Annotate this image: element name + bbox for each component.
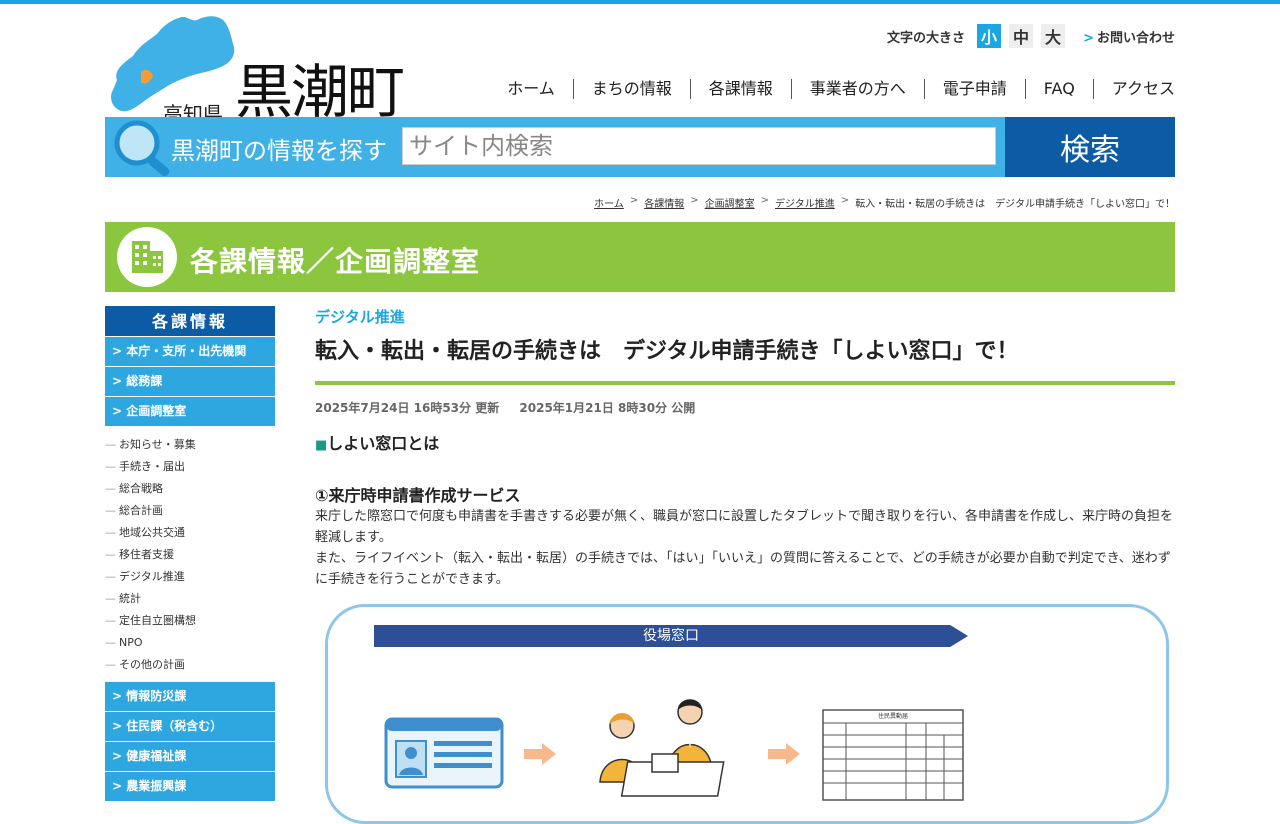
site-logo[interactable]: 高知県 黒潮町 bbox=[105, 10, 415, 126]
contact-label: お問い合わせ bbox=[1096, 31, 1175, 46]
font-size-label: 文字の大きさ bbox=[886, 30, 965, 46]
sidebar-item-planning[interactable]: > 企画調整室 bbox=[105, 397, 275, 426]
section-banner: 各課情報／企画調整室 bbox=[105, 222, 1175, 292]
form-title: 住民異動届 bbox=[878, 712, 908, 720]
sidebar-sub-item[interactable]: — 総合戦略 bbox=[105, 478, 275, 500]
sidebar-item-label: 農業振興課 bbox=[126, 779, 187, 793]
breadcrumb: ホーム > 各課情報 > 企画調整室 > デジタル推進 > 転入・転出・転居の手… bbox=[594, 195, 1175, 210]
breadcrumb-home[interactable]: ホーム bbox=[594, 195, 624, 210]
updated-date: 2025年7月24日 16時53分 更新 bbox=[315, 401, 500, 415]
breadcrumb-separator: > bbox=[840, 195, 850, 206]
global-nav: ホーム まちの情報 各課情報 事業者の方へ 電子申請 FAQ アクセス bbox=[489, 79, 1175, 99]
sidebar-item-health[interactable]: > 健康福祉課 bbox=[105, 742, 275, 771]
published-date: 2025年1月21日 8時30分 公開 bbox=[519, 401, 696, 415]
paragraph: また、ライフイベント（転入・転出・転居）の手続きでは、「はい」「いいえ」の質問に… bbox=[315, 551, 1171, 587]
sidebar-item-label: 総務課 bbox=[126, 374, 163, 388]
breadcrumb-planning[interactable]: 企画調整室 bbox=[705, 195, 755, 210]
font-size-medium-button[interactable]: 中 bbox=[1009, 24, 1033, 48]
arrow-right-icon bbox=[768, 743, 800, 765]
service-illustration: 役場窓口 住民異動届 bbox=[325, 604, 1169, 824]
section-heading: ■しよい窓口とは bbox=[315, 434, 440, 453]
search-button[interactable]: 検索 bbox=[1005, 117, 1175, 177]
paragraph: 来庁した際窓口で何度も申請書を手書きする必要が無く、職員が窓口に設置したタブレッ… bbox=[315, 509, 1174, 545]
arrow-right-icon bbox=[524, 743, 556, 765]
breadcrumb-current: 転入・転出・転居の手続きは デジタル申請手続き「しよい窓口」で！ bbox=[855, 199, 1175, 210]
nav-business[interactable]: 事業者の方へ bbox=[790, 79, 924, 99]
search-bar: 黒潮町の情報を探す 検索 bbox=[105, 117, 1175, 177]
sidebar-heading: 各課情報 bbox=[105, 306, 275, 336]
article-dates: 2025年7月24日 16時53分 更新 2025年1月21日 8時30分 公開 bbox=[315, 399, 1175, 416]
sidebar-sub-item[interactable]: — NPO bbox=[105, 632, 275, 654]
sidebar-item-label: 健康福祉課 bbox=[126, 749, 187, 763]
breadcrumb-separator: > bbox=[760, 195, 769, 206]
main-content: デジタル推進 転入・転出・転居の手続きは デジタル申請手続き「しよい窓口」で！ … bbox=[315, 306, 1175, 824]
sidebar-item-general-affairs[interactable]: > 総務課 bbox=[105, 367, 275, 396]
logo-town-name: 黒潮町 bbox=[235, 58, 405, 126]
sidebar-sub-item[interactable]: — 地域公共交通 bbox=[105, 522, 275, 544]
sidebar-sub-item[interactable]: — 統計 bbox=[105, 588, 275, 610]
sidebar-sub-item[interactable]: — デジタル推進 bbox=[105, 566, 275, 588]
sidebar-sub-item[interactable]: — その他の計画 bbox=[105, 654, 275, 676]
breadcrumb-separator: > bbox=[690, 195, 699, 206]
sidebar-item-label: 住民課（税含む） bbox=[126, 719, 223, 733]
search-label: 黒潮町の情報を探す bbox=[171, 137, 387, 165]
font-size-small-button[interactable]: 小 bbox=[977, 24, 1001, 48]
sidebar-sub-item[interactable]: — 総合計画 bbox=[105, 500, 275, 522]
chevron-right-icon: > bbox=[1083, 31, 1094, 46]
contact-link[interactable]: > お問い合わせ bbox=[1083, 27, 1175, 46]
breadcrumb-departments[interactable]: 各課情報 bbox=[644, 195, 684, 210]
sidebar-item-offices[interactable]: > 本庁・支所・出先機関 bbox=[105, 337, 275, 366]
magnifier-icon bbox=[114, 120, 170, 177]
nav-departments[interactable]: 各課情報 bbox=[689, 79, 791, 99]
nav-home[interactable]: ホーム bbox=[489, 79, 573, 99]
nav-access[interactable]: アクセス bbox=[1092, 79, 1175, 99]
section-title: 各課情報／企画調整室 bbox=[190, 245, 481, 278]
breadcrumb-digital[interactable]: デジタル推進 bbox=[775, 195, 835, 210]
sidebar-sub-item[interactable]: — 手続き・届出 bbox=[105, 456, 275, 478]
sidebar-sub-item[interactable]: — お知らせ・募集 bbox=[105, 434, 275, 456]
sidebar-sub-item[interactable]: — 定住自立圏構想 bbox=[105, 610, 275, 632]
id-card-icon bbox=[384, 717, 504, 789]
nav-e-application[interactable]: 電子申請 bbox=[923, 79, 1025, 99]
nav-town-info[interactable]: まちの情報 bbox=[572, 79, 690, 99]
staff-consultation-icon bbox=[599, 699, 725, 797]
subsection-heading: ①来庁時申請書作成サービス bbox=[315, 486, 521, 505]
sidebar-item-label: 本庁・支所・出先機関 bbox=[126, 344, 247, 358]
nav-faq[interactable]: FAQ bbox=[1024, 79, 1093, 99]
article-category[interactable]: デジタル推進 bbox=[315, 306, 1175, 327]
sidebar: 各課情報 > 本庁・支所・出先機関 > 総務課 > 企画調整室 — お知らせ・募集… bbox=[105, 306, 275, 801]
sidebar-sub-list: — お知らせ・募集 — 手続き・届出 — 総合戦略 — 総合計画 — 地域公共交通 — 移住… bbox=[105, 434, 275, 676]
breadcrumb-separator: > bbox=[629, 195, 639, 206]
building-icon bbox=[117, 227, 177, 287]
sidebar-sub-item[interactable]: — 移住者支援 bbox=[105, 544, 275, 566]
application-form-icon: 住民異動届 bbox=[822, 709, 964, 801]
figure-banner: 役場窓口 bbox=[374, 625, 968, 647]
page-wrapper: 高知県 黒潮町 文字の大きさ 小 中 大 > お問い合わせ ホーム まちの情報 各… bbox=[105, 0, 1175, 824]
sidebar-item-label: 企画調整室 bbox=[126, 404, 187, 418]
font-size-switcher: 文字の大きさ 小 中 大 bbox=[887, 24, 1065, 48]
sidebar-item-residents[interactable]: > 住民課（税含む） bbox=[105, 712, 275, 741]
page-title: 転入・転出・転居の手続きは デジタル申請手続き「しよい窓口」で！ bbox=[315, 339, 1019, 364]
sidebar-item-disaster[interactable]: > 情報防災課 bbox=[105, 682, 275, 711]
font-size-large-button[interactable]: 大 bbox=[1041, 24, 1065, 48]
sidebar-item-label: 情報防災課 bbox=[126, 689, 187, 703]
search-input[interactable] bbox=[402, 127, 996, 165]
title-divider bbox=[315, 381, 1175, 385]
square-bullet-icon: ■ bbox=[315, 438, 328, 453]
sidebar-item-agriculture[interactable]: > 農業振興課 bbox=[105, 772, 275, 801]
